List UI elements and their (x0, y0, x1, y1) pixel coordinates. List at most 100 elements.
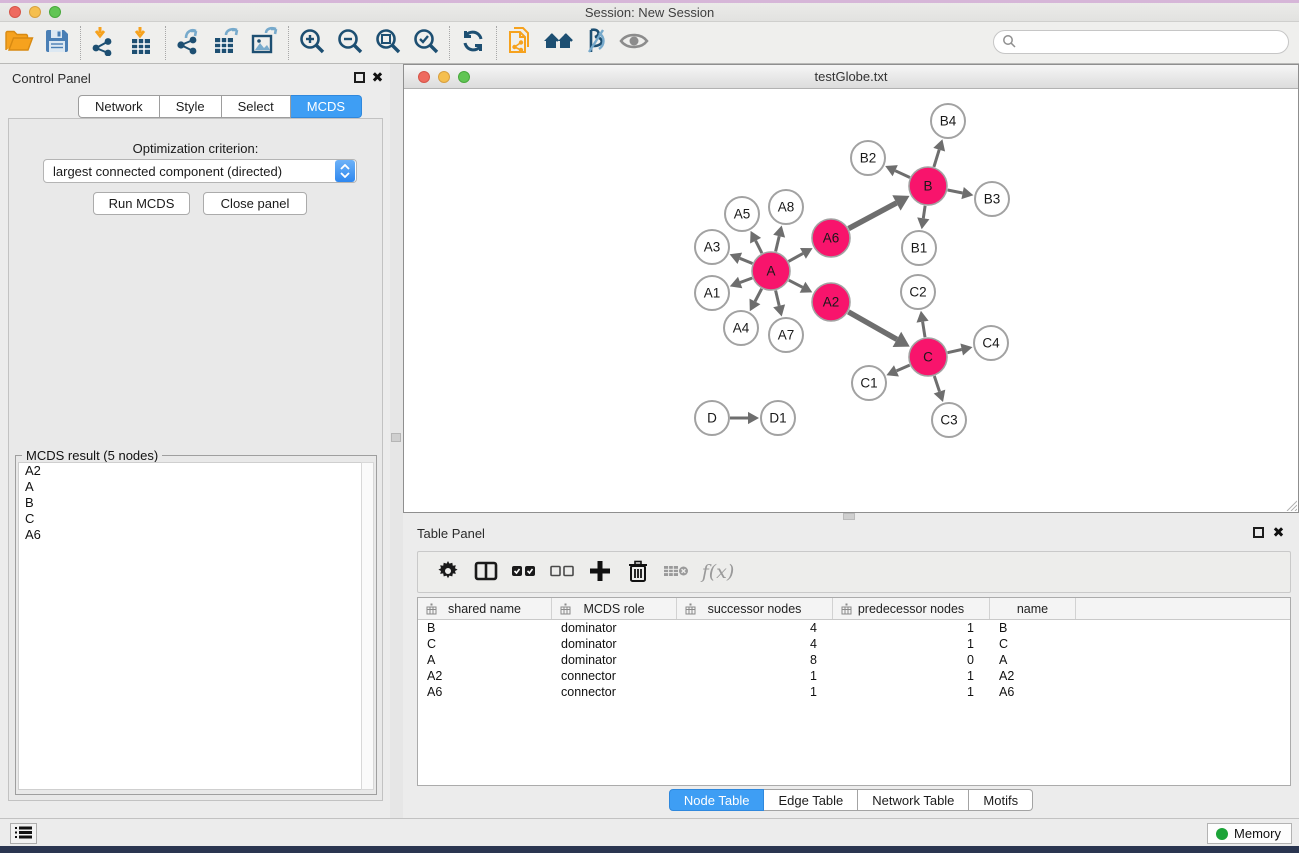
run-mcds-button[interactable]: Run MCDS (93, 192, 190, 215)
show-column-button[interactable] (468, 554, 504, 590)
table-cell[interactable]: B (418, 620, 552, 636)
export-network-button[interactable] (170, 25, 208, 61)
graph-edge-A-A6[interactable] (789, 253, 804, 261)
graph-edge-A-A5[interactable] (756, 241, 762, 254)
table-row[interactable]: A6connector11A6 (418, 684, 1290, 700)
table-cell[interactable]: 1 (833, 668, 990, 684)
zoom-in-button[interactable] (293, 25, 331, 61)
result-list-item[interactable]: B (19, 495, 361, 511)
graphics-details-button[interactable] (577, 25, 615, 61)
unselect-all-columns-button[interactable] (544, 554, 580, 590)
delete-column-button[interactable] (620, 554, 656, 590)
column-header-successor-nodes[interactable]: successor nodes (677, 598, 833, 619)
table-cell[interactable]: dominator (552, 652, 677, 668)
table-cell[interactable]: 4 (677, 620, 833, 636)
table-cell[interactable]: A2 (990, 668, 1076, 684)
export-table-button[interactable] (208, 25, 246, 61)
close-panel-button[interactable]: Close panel (203, 192, 307, 215)
tab-network[interactable]: Network (78, 95, 160, 118)
table-cell[interactable]: C (418, 636, 552, 652)
refresh-button[interactable] (454, 25, 492, 61)
splitter-grip[interactable] (391, 433, 401, 442)
tab-motifs[interactable]: Motifs (969, 789, 1033, 811)
open-session-button[interactable] (0, 25, 38, 61)
criterion-dropdown[interactable]: largest connected component (directed) (43, 159, 357, 183)
table-row[interactable]: A2connector11A2 (418, 668, 1290, 684)
close-panel-icon-button[interactable]: ✖ (371, 71, 384, 84)
table-cell[interactable]: 8 (677, 652, 833, 668)
save-session-button[interactable] (38, 25, 76, 61)
table-row[interactable]: Cdominator41C (418, 636, 1290, 652)
import-network-button[interactable] (85, 25, 123, 61)
task-history-button[interactable] (10, 823, 37, 844)
table-cell[interactable]: A6 (990, 684, 1076, 700)
result-list-item[interactable]: C (19, 511, 361, 527)
result-list-item[interactable]: A (19, 479, 361, 495)
graph-edge-A-A1[interactable] (740, 278, 752, 283)
table-cell[interactable]: C (990, 636, 1076, 652)
node-table[interactable]: shared nameMCDS rolesuccessor nodesprede… (417, 597, 1291, 786)
table-cell[interactable]: A2 (418, 668, 552, 684)
table-cell[interactable]: connector (552, 668, 677, 684)
table-cell[interactable]: A (418, 652, 552, 668)
mcds-result-list[interactable]: A2ABCA6 (18, 462, 362, 790)
graph-edge-A-A3[interactable] (740, 258, 753, 263)
import-table-button[interactable] (123, 25, 161, 61)
window-resize-grip[interactable] (1284, 498, 1297, 511)
float-table-panel-button[interactable] (1252, 526, 1265, 539)
result-list-item[interactable]: A6 (19, 527, 361, 543)
table-cell[interactable]: dominator (552, 620, 677, 636)
graph-edge-C-C3[interactable] (934, 376, 939, 392)
memory-button[interactable]: Memory (1207, 823, 1292, 844)
table-cell[interactable]: 1 (677, 684, 833, 700)
network-canvas-svg[interactable]: AA1A2A3A4A5A6A7A8BB1B2B3B4CC1C2C3C4DD1 (404, 89, 1298, 512)
tab-edge-table[interactable]: Edge Table (764, 789, 858, 811)
toolbar-search[interactable] (993, 30, 1289, 54)
create-column-button[interactable] (582, 554, 618, 590)
graph-edge-A2-C[interactable] (848, 312, 897, 340)
table-cell[interactable]: 4 (677, 636, 833, 652)
graph-edge-B-B4[interactable] (934, 150, 939, 167)
table-cell[interactable]: B (990, 620, 1076, 636)
tab-style[interactable]: Style (160, 95, 222, 118)
zoom-selected-button[interactable] (407, 25, 445, 61)
graph-edge-A-A4[interactable] (755, 289, 762, 302)
birds-eye-view-button[interactable] (615, 25, 653, 61)
column-header-shared-name[interactable]: shared name (418, 598, 552, 619)
graph-edge-C-C1[interactable] (897, 365, 910, 371)
table-cell[interactable]: 1 (833, 636, 990, 652)
select-all-columns-button[interactable] (506, 554, 542, 590)
result-list-item[interactable]: A2 (19, 463, 361, 479)
graph-edge-C-C2[interactable] (923, 322, 925, 338)
graph-edge-C-C4[interactable] (948, 350, 962, 353)
table-cell[interactable]: 1 (833, 684, 990, 700)
table-cell[interactable]: A6 (418, 684, 552, 700)
export-image-button[interactable] (246, 25, 284, 61)
panel-splitter-horizontal-grip[interactable] (843, 513, 855, 520)
zoom-fit-button[interactable] (369, 25, 407, 61)
table-cell[interactable]: 1 (833, 620, 990, 636)
graph-edge-A6-B[interactable] (849, 203, 897, 229)
graph-edge-B-B2[interactable] (895, 171, 910, 178)
table-cell[interactable]: 0 (833, 652, 990, 668)
float-panel-button[interactable] (353, 71, 366, 84)
panel-splitter-vertical[interactable] (390, 64, 403, 818)
table-cell[interactable]: connector (552, 684, 677, 700)
table-cell[interactable]: A (990, 652, 1076, 668)
result-list-scrollbar[interactable] (361, 462, 374, 790)
table-row[interactable]: Bdominator41B (418, 620, 1290, 636)
new-network-from-selection-button[interactable] (501, 25, 539, 61)
table-cell[interactable]: dominator (552, 636, 677, 652)
close-table-panel-button[interactable]: ✖ (1272, 526, 1285, 539)
tab-node-table[interactable]: Node Table (669, 789, 765, 811)
zoom-out-button[interactable] (331, 25, 369, 61)
graph-edge-A-A2[interactable] (789, 280, 803, 287)
tab-select[interactable]: Select (222, 95, 291, 118)
column-header-name[interactable]: name (990, 598, 1076, 619)
table-settings-button[interactable] (430, 554, 466, 590)
graph-edge-A-A7[interactable] (776, 291, 780, 306)
search-input[interactable] (1021, 33, 1288, 51)
graph-edge-B-B3[interactable] (948, 190, 963, 193)
column-header-predecessor-nodes[interactable]: predecessor nodes (833, 598, 990, 619)
table-cell[interactable]: 1 (677, 668, 833, 684)
